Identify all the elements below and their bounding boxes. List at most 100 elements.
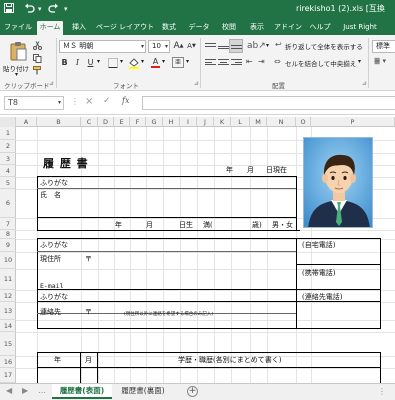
tab-help[interactable]: ヘルプ [308, 21, 332, 35]
row-header-cell[interactable]: 12 [0, 290, 16, 302]
tab-view[interactable]: 表示 [246, 21, 268, 35]
increase-indent-icon[interactable]: ⇥ [258, 57, 265, 66]
undo-dropdown-icon[interactable]: ▾ [38, 3, 42, 15]
column-header-cell[interactable]: C [81, 117, 98, 127]
orientation-icon[interactable]: ab↗ [247, 41, 266, 51]
format-painter-icon[interactable] [33, 66, 42, 75]
customize-toolbar-icon[interactable]: ▾ [64, 3, 68, 15]
row-header-cell[interactable]: 8 [0, 230, 16, 239]
column-header-cell[interactable]: M [250, 117, 267, 127]
row-header-cell[interactable]: 7 [0, 218, 16, 230]
select-all-corner[interactable] [0, 117, 16, 127]
tab-just-right[interactable]: Just Right [338, 21, 382, 35]
grow-font-button[interactable]: A▲ [173, 41, 184, 52]
column-header-cell[interactable]: B [37, 117, 81, 127]
sheet-tab-back[interactable]: 履歴書(裏面) [114, 384, 172, 399]
tab-page-layout[interactable]: ページ レイアウト [96, 21, 154, 35]
scroll-prev-sheet-icon[interactable]: ◀ [6, 386, 12, 395]
column-header-cell[interactable]: I [180, 117, 197, 127]
row-header-cell[interactable]: 6 [0, 189, 16, 218]
font-name-select[interactable]: ＭＳ 明朝 ▾ [59, 40, 146, 53]
font-size-select[interactable]: 10 ▾ [148, 40, 170, 53]
row-header-cell[interactable]: 15 [0, 332, 16, 356]
row-header-cell[interactable]: 5 [0, 177, 16, 189]
borders-dropdown-icon[interactable]: ▾ [120, 58, 123, 65]
underline-dropdown-icon[interactable]: ▾ [97, 58, 100, 65]
copy-icon[interactable] [33, 54, 42, 63]
align-right-icon[interactable] [231, 59, 242, 68]
merge-center-button[interactable]: セルを結合して中央揃え [285, 58, 356, 68]
formula-input[interactable] [142, 96, 395, 110]
tab-home[interactable]: ホーム [37, 21, 63, 35]
row-header-cell[interactable]: 17 [0, 368, 16, 383]
fill-dropdown-icon[interactable]: ▾ [141, 58, 144, 65]
row-header-cell[interactable]: 4 [0, 165, 16, 177]
fill-color-icon[interactable] [128, 57, 140, 69]
sheet-tab-front[interactable]: 履歴書(表面) [52, 384, 112, 399]
font-color-button[interactable]: A [150, 56, 161, 68]
column-header-cell[interactable]: P [311, 117, 395, 127]
row-header-cell[interactable]: 1 [0, 127, 16, 140]
row-header-cell[interactable]: 9 [0, 239, 16, 252]
merge-dropdown-icon[interactable]: ▾ [358, 58, 361, 65]
currency-format-icon[interactable]: ䷀ ▾ [374, 57, 386, 65]
tab-data[interactable]: データ [186, 21, 212, 35]
column-header-cell[interactable]: K [214, 117, 231, 127]
add-sheet-icon[interactable]: + [187, 386, 198, 397]
column-header-cell[interactable]: O [296, 117, 311, 127]
align-top-icon[interactable] [205, 43, 216, 52]
row-header-cell[interactable]: 13 [0, 302, 16, 320]
column-header-cell[interactable]: H [163, 117, 180, 127]
tab-formulas[interactable]: 数式 [158, 21, 180, 35]
phonetic-guide-icon[interactable]: 亜 [172, 57, 184, 68]
row-header-cell[interactable]: 14 [0, 320, 16, 332]
column-header-cell[interactable]: E [114, 117, 130, 127]
borders-icon[interactable] [108, 58, 118, 68]
scroll-next-sheet-icon[interactable]: ▶ [22, 386, 28, 395]
decrease-indent-icon[interactable]: ⇤ [246, 57, 253, 66]
row-header-cell[interactable]: 16 [0, 356, 16, 368]
cut-icon[interactable] [33, 41, 42, 50]
undo-icon[interactable] [24, 3, 35, 17]
column-header-cell[interactable]: D [98, 117, 114, 127]
paste-dropdown-icon[interactable]: ▾ [15, 71, 18, 78]
alignment-launcher-icon[interactable]: ⊿ [362, 80, 367, 87]
column-header-cell[interactable]: G [146, 117, 163, 127]
font-launcher-icon[interactable]: ⊿ [194, 80, 199, 87]
row-header-cell[interactable]: 2 [0, 140, 16, 153]
bold-button[interactable]: B [59, 57, 70, 68]
name-box[interactable]: T8 ▾ [4, 96, 64, 110]
worksheet-grid[interactable]: 履 歴 書 年 月 日現在 ふりがな 氏 名 年 月 日生 満( 歳) 男・女 … [16, 127, 395, 383]
align-center-icon[interactable] [218, 59, 229, 68]
confirm-entry-icon[interactable]: ✓ [103, 96, 111, 106]
shrink-font-button[interactable]: A▼ [186, 41, 197, 52]
save-icon[interactable] [4, 3, 14, 17]
column-header-cell[interactable]: N [267, 117, 296, 127]
italic-button[interactable]: I [72, 57, 83, 68]
align-middle-icon[interactable] [218, 43, 229, 52]
orientation-dropdown-icon[interactable]: ▾ [266, 42, 269, 49]
tab-file[interactable]: ファイル [2, 21, 34, 35]
tab-insert[interactable]: 挿入 [68, 21, 90, 35]
number-format-select[interactable]: 標準 [372, 40, 395, 53]
align-bottom-button[interactable] [229, 39, 243, 53]
insert-function-icon[interactable]: fx [122, 96, 129, 105]
row-header-cell[interactable]: 3 [0, 153, 16, 165]
tab-review[interactable]: 校閲 [218, 21, 240, 35]
align-left-icon[interactable] [205, 59, 216, 68]
column-header-cell[interactable]: F [130, 117, 146, 127]
cancel-entry-icon[interactable]: × [85, 96, 93, 107]
tab-addins[interactable]: アドイン [274, 21, 302, 35]
phonetic-dropdown-icon[interactable]: ▾ [186, 58, 189, 65]
font-color-dropdown-icon[interactable]: ▾ [162, 58, 165, 65]
row-header-cell[interactable]: 10 [0, 252, 16, 269]
column-header-cell[interactable]: J [197, 117, 214, 127]
column-header-cell[interactable]: A [16, 117, 37, 127]
column-header-cell[interactable]: L [231, 117, 250, 127]
row-header-cell[interactable]: 11 [0, 269, 16, 290]
underline-button[interactable]: U [85, 57, 96, 68]
more-icon[interactable]: ⋮ [378, 387, 386, 396]
more-sheets-icon[interactable]: … [38, 386, 46, 395]
clipboard-launcher-icon[interactable]: ⊿ [49, 80, 54, 87]
wrap-text-button[interactable]: 折り返して全体を表示する [285, 41, 363, 51]
